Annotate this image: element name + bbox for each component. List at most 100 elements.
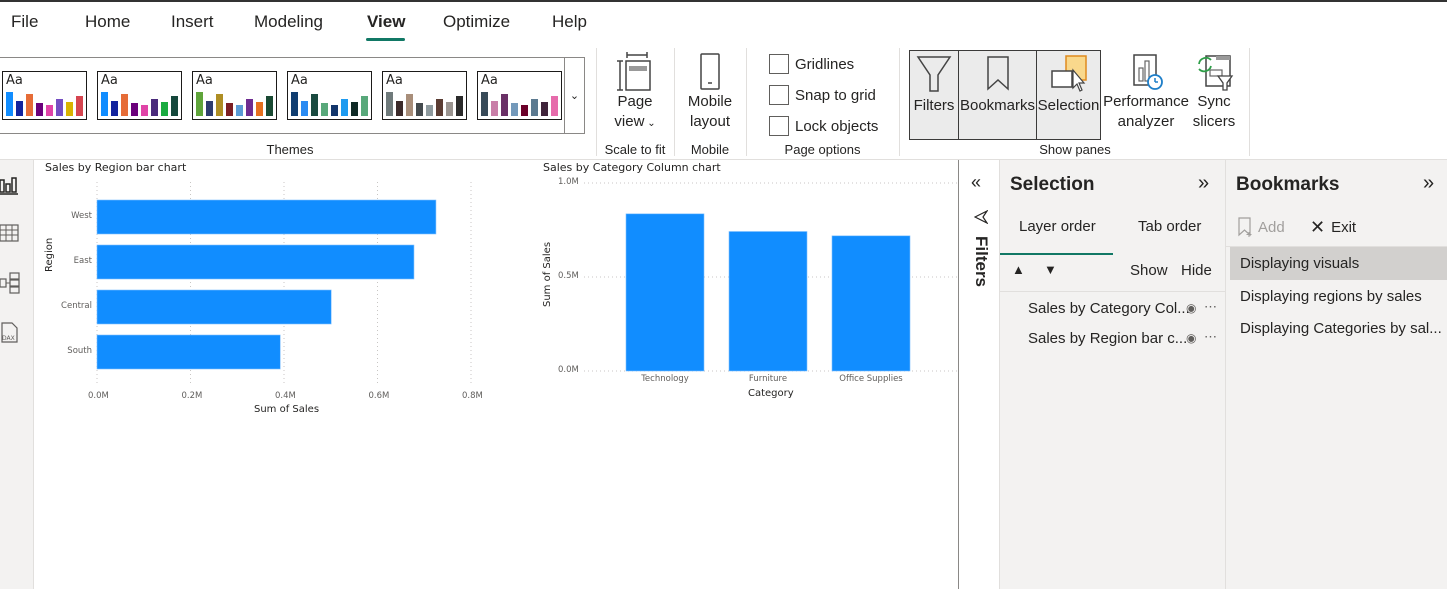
theme-color-bar xyxy=(406,94,413,116)
themes-gallery: Aa Aa Aa Aa Aa Aa ⌄ xyxy=(0,57,585,134)
visibility-eye-icon[interactable]: ◉ xyxy=(1186,331,1196,345)
theme-sample-text: Aa xyxy=(481,73,498,88)
snap-to-grid-checkbox[interactable]: Snap to grid xyxy=(769,85,876,105)
menu-file[interactable]: File xyxy=(11,12,38,32)
expand-chevrons-icon[interactable]: « xyxy=(971,172,981,193)
filter-funnel-icon xyxy=(974,210,988,224)
performance-analyzer-button[interactable]: Performance analyzer xyxy=(1103,52,1189,132)
column-office-supplies[interactable] xyxy=(831,235,911,372)
theme-swatch[interactable]: Aa xyxy=(287,71,372,120)
filters-pane-label[interactable]: Filters xyxy=(971,236,991,287)
theme-color-bar xyxy=(196,92,203,116)
move-up-icon[interactable]: ▲ xyxy=(1012,262,1025,277)
show-button[interactable]: Show xyxy=(1130,262,1168,279)
group-separator xyxy=(674,48,675,156)
divider xyxy=(1000,291,1226,292)
theme-color-bar xyxy=(66,102,73,116)
theme-color-bar xyxy=(171,96,178,116)
menu-modeling[interactable]: Modeling xyxy=(254,12,323,32)
theme-color-bar xyxy=(26,94,33,116)
checkbox-box xyxy=(769,54,789,74)
exit-label: Exit xyxy=(1331,219,1357,236)
bookmarks-pane-toggle[interactable]: Bookmarks xyxy=(958,50,1037,140)
selection-pane: Selection » Layer order Tab order ▲ ▼ Sh… xyxy=(1000,160,1226,589)
page-view-label-1: Page xyxy=(617,93,653,110)
theme-color-bar xyxy=(511,103,518,116)
page-view-icon xyxy=(617,52,651,91)
ribbon: Aa Aa Aa Aa Aa Aa ⌄ Themes Page view ⌄ Scale … xyxy=(0,44,1447,160)
add-label: Add xyxy=(1258,218,1285,236)
checkbox-box xyxy=(769,116,789,136)
theme-sample-text: Aa xyxy=(196,73,213,88)
theme-sample-text: Aa xyxy=(386,73,403,88)
mobile-layout-button[interactable]: Mobile layout xyxy=(682,52,738,132)
lock-objects-checkbox[interactable]: Lock objects xyxy=(769,116,878,136)
theme-color-bar xyxy=(541,102,548,116)
report-view-icon[interactable] xyxy=(0,174,20,196)
theme-swatch[interactable]: Aa xyxy=(192,71,277,120)
add-bookmark-button[interactable]: Add xyxy=(1238,217,1285,237)
theme-color-bars xyxy=(481,92,558,116)
filters-pane-label: Filters xyxy=(913,97,955,114)
gridlines-checkbox[interactable]: Gridlines xyxy=(769,54,854,74)
table-view-icon[interactable] xyxy=(0,222,20,244)
menu-view[interactable]: View xyxy=(367,12,405,32)
theme-swatch[interactable]: Aa xyxy=(2,71,87,120)
y-tick-label: 0.0M xyxy=(558,365,579,375)
collapse-chevrons-icon[interactable]: » xyxy=(1198,172,1209,195)
theme-color-bar xyxy=(521,105,528,116)
exit-button[interactable]: ✕ Exit xyxy=(1310,217,1356,238)
bookmark-item[interactable]: Displaying visuals xyxy=(1230,247,1447,280)
visibility-eye-icon[interactable]: ◉ xyxy=(1186,301,1196,315)
column-technology[interactable] xyxy=(625,213,705,372)
layer-item-category-chart[interactable]: Sales by Category Col... xyxy=(1028,300,1190,317)
selection-pane-toggle[interactable]: Selection xyxy=(1036,50,1101,140)
themes-expand-button[interactable]: ⌄ xyxy=(564,58,584,133)
model-view-icon[interactable] xyxy=(0,272,20,294)
move-down-icon[interactable]: ▼ xyxy=(1044,262,1057,277)
theme-color-bar xyxy=(361,96,368,116)
theme-color-bar xyxy=(56,99,63,116)
filters-pane-collapsed: « Filters xyxy=(958,160,1000,589)
more-options-icon[interactable]: ⋯ xyxy=(1204,329,1217,345)
bookmark-item[interactable]: Displaying Categories by sal... xyxy=(1230,312,1447,345)
theme-color-bar xyxy=(6,92,13,116)
menu-optimize[interactable]: Optimize xyxy=(443,12,510,32)
mobile-group-label: Mobile xyxy=(690,142,730,157)
tab-tab-order[interactable]: Tab order xyxy=(1138,218,1201,235)
theme-color-bar xyxy=(291,92,298,116)
theme-color-bar xyxy=(46,105,53,116)
mobile-layout-label-2: layout xyxy=(689,113,731,130)
theme-color-bar xyxy=(16,101,23,116)
more-options-icon[interactable]: ⋯ xyxy=(1204,299,1217,315)
theme-swatch[interactable]: Aa xyxy=(382,71,467,120)
theme-color-bar xyxy=(436,99,443,116)
category-chart-y-axis-title: Sum of Sales xyxy=(542,241,553,307)
layer-item-region-chart[interactable]: Sales by Region bar c... xyxy=(1028,330,1187,347)
theme-swatch[interactable]: Aa xyxy=(97,71,182,120)
theme-color-bars xyxy=(196,92,273,116)
sync-slicers-button[interactable]: Sync slicers xyxy=(1190,52,1238,132)
menu-insert[interactable]: Insert xyxy=(171,12,214,32)
theme-color-bar xyxy=(131,103,138,116)
theme-color-bar xyxy=(331,105,338,116)
theme-color-bars xyxy=(291,92,368,116)
menu-help[interactable]: Help xyxy=(552,12,587,32)
dax-query-view-icon[interactable]: DAX xyxy=(0,322,20,344)
x-tick-label: Office Supplies xyxy=(839,374,903,384)
theme-swatch[interactable]: Aa xyxy=(477,71,562,120)
tab-layer-order[interactable]: Layer order xyxy=(1019,218,1096,235)
menu-home[interactable]: Home xyxy=(85,12,130,32)
theme-color-bar xyxy=(396,101,403,116)
hide-button[interactable]: Hide xyxy=(1181,262,1212,279)
theme-color-bar xyxy=(226,103,233,116)
filters-pane-toggle[interactable]: Filters xyxy=(909,50,959,140)
column-furniture[interactable] xyxy=(728,231,808,372)
group-separator xyxy=(746,48,747,156)
performance-analyzer-icon xyxy=(1133,54,1163,90)
chevron-down-icon: ⌄ xyxy=(644,118,656,129)
collapse-chevrons-icon[interactable]: » xyxy=(1423,172,1434,195)
bookmark-item[interactable]: Displaying regions by sales xyxy=(1230,280,1447,313)
group-separator xyxy=(899,48,900,156)
page-view-button[interactable]: Page view ⌄ xyxy=(607,52,663,134)
